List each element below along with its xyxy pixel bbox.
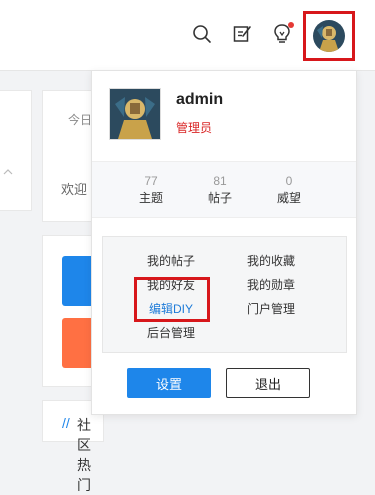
logout-button[interactable]: 退出 bbox=[226, 368, 310, 398]
settings-button[interactable]: 设置 bbox=[127, 368, 211, 398]
link-my-favorites[interactable]: 我的收藏 bbox=[247, 252, 295, 269]
hot-title: 社区热门 bbox=[77, 417, 91, 493]
stat-label: 主题 bbox=[138, 191, 163, 205]
stat-posts[interactable]: 81 帖子 bbox=[190, 174, 250, 206]
link-my-posts[interactable]: 我的帖子 bbox=[147, 252, 195, 269]
user-avatar-button[interactable] bbox=[303, 11, 355, 61]
top-bar bbox=[0, 0, 375, 71]
user-role: 管理员 bbox=[176, 121, 213, 135]
stat-label: 帖子 bbox=[207, 191, 232, 205]
left-card-lower bbox=[0, 150, 32, 211]
user-stats: 77 主题 81 帖子 0 威望 bbox=[92, 161, 356, 218]
username[interactable]: admin bbox=[176, 91, 223, 109]
user-dropdown-menu: admin 管理员 77 主题 81 帖子 0 威望 我的帖子 我的收藏 我的好… bbox=[91, 70, 357, 415]
stat-value: 0 bbox=[285, 174, 293, 188]
profile-avatar[interactable] bbox=[109, 88, 161, 140]
chevron-up-icon bbox=[3, 169, 13, 175]
hot-title-mark: // bbox=[62, 415, 70, 431]
edit-icon[interactable] bbox=[230, 22, 254, 46]
stat-value: 81 bbox=[213, 174, 227, 188]
stat-label: 威望 bbox=[276, 191, 301, 205]
highlight-box bbox=[134, 277, 210, 322]
link-my-medals[interactable]: 我的勋章 bbox=[247, 276, 295, 293]
stat-value: 77 bbox=[144, 174, 158, 188]
lightbulb-icon[interactable] bbox=[270, 22, 294, 46]
avatar bbox=[313, 20, 345, 52]
notification-dot bbox=[288, 22, 294, 28]
link-admin-panel[interactable]: 后台管理 bbox=[147, 324, 195, 341]
welcome-label: 欢迎 bbox=[61, 182, 88, 197]
link-portal-admin[interactable]: 门户管理 bbox=[247, 300, 295, 317]
search-icon[interactable] bbox=[190, 22, 214, 46]
stat-prestige[interactable]: 0 威望 bbox=[259, 174, 319, 206]
today-label: 今日 bbox=[68, 113, 93, 127]
stat-topics[interactable]: 77 主题 bbox=[121, 174, 181, 206]
